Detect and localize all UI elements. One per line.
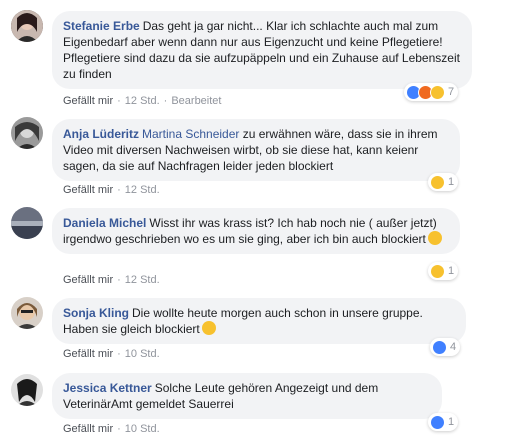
sad-icon <box>430 263 445 279</box>
reaction-summary[interactable]: 1 <box>428 413 459 431</box>
avatar[interactable] <box>11 297 43 329</box>
comment-actions: Gefällt mir · 10 Std. <box>63 348 160 360</box>
like-link[interactable]: Gefällt mir <box>63 184 113 196</box>
avatar[interactable] <box>11 374 43 406</box>
comment-bubble: Jessica Kettner Solche Leute gehören Ange… <box>52 373 442 419</box>
like-link[interactable]: Gefällt mir <box>63 348 113 360</box>
comment-actions: Gefällt mir · 12 Std. <box>63 184 160 196</box>
avatar[interactable] <box>11 117 43 149</box>
avatar-image <box>11 374 43 406</box>
like-icon <box>430 414 445 430</box>
like-link[interactable]: Gefällt mir <box>63 423 113 435</box>
comment-actions: Gefällt mir · 10 Std. <box>63 423 160 435</box>
avatar-image <box>11 117 43 149</box>
rolling-eyes-emoji-icon <box>201 321 216 335</box>
comment-bubble: Sonja Kling Die wollte heute morgen auch … <box>52 298 466 344</box>
comment-author[interactable]: Anja Lüderitz <box>63 127 139 141</box>
reaction-count: 1 <box>448 416 455 428</box>
comment-bubble: Daniela Michel Wisst ihr was krass ist? I… <box>52 208 460 254</box>
avatar-image <box>11 207 43 239</box>
avatar[interactable] <box>11 207 43 239</box>
comment-author[interactable]: Stefanie Erbe <box>63 19 140 33</box>
like-icon <box>432 339 447 355</box>
reaction-summary[interactable]: 1 <box>428 173 459 191</box>
comment-bubble: Stefanie Erbe Das geht ja gar nicht... Kl… <box>52 11 472 89</box>
timestamp[interactable]: 12 Std. <box>125 95 160 107</box>
comment-author[interactable]: Sonja Kling <box>63 306 129 320</box>
reaction-summary[interactable]: 4 <box>430 338 461 356</box>
timestamp[interactable]: 10 Std. <box>125 348 160 360</box>
reaction-summary[interactable]: 1 <box>428 262 459 280</box>
avatar-image <box>11 10 43 42</box>
sad-icon <box>430 84 445 100</box>
edited-label[interactable]: Bearbeitet <box>171 95 221 107</box>
timestamp[interactable]: 12 Std. <box>125 184 160 196</box>
comment-author[interactable]: Jessica Kettner <box>63 381 152 395</box>
timestamp[interactable]: 10 Std. <box>125 423 160 435</box>
reaction-count: 1 <box>448 265 455 277</box>
comment-author[interactable]: Daniela Michel <box>63 216 146 230</box>
timestamp[interactable]: 12 Std. <box>125 274 160 286</box>
like-link[interactable]: Gefällt mir <box>63 274 113 286</box>
reaction-count: 1 <box>448 176 455 188</box>
avatar[interactable] <box>11 10 43 42</box>
reaction-count: 4 <box>450 341 457 353</box>
thinking-emoji-icon <box>427 231 442 245</box>
avatar-image <box>11 297 43 329</box>
mention-link[interactable]: Martina Schneider <box>142 127 239 141</box>
comment-actions: Gefällt mir · 12 Std. · Bearbeitet <box>63 95 222 107</box>
reaction-count: 7 <box>448 86 455 98</box>
like-link[interactable]: Gefällt mir <box>63 95 113 107</box>
sad-icon <box>430 174 445 190</box>
reaction-summary[interactable]: 7 <box>404 83 459 101</box>
comment-actions: Gefällt mir · 12 Std. <box>63 274 160 286</box>
comment-bubble: Anja Lüderitz Martina Schneider zu erwähn… <box>52 119 460 181</box>
